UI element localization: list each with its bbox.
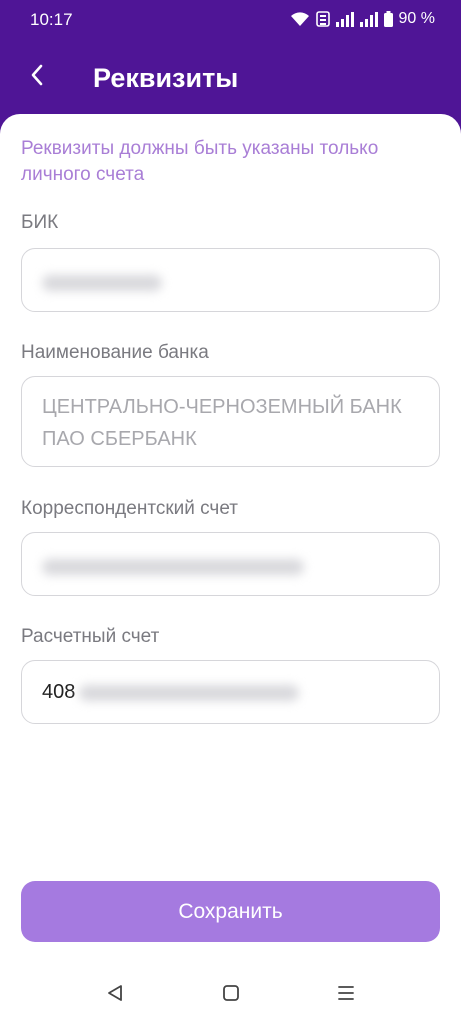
status-time: 10:17 [30, 10, 73, 29]
bank-name-label: Наименование банка [21, 342, 209, 363]
signal-2-icon [359, 11, 378, 27]
nav-back-button[interactable] [100, 980, 130, 1010]
battery-percent: 90 % [398, 10, 435, 27]
nav-menu-button[interactable] [331, 980, 361, 1010]
wifi-icon [290, 11, 310, 27]
form-sheet: Реквизиты должны быть указаны только лич… [0, 114, 461, 1024]
corr-account-field[interactable] [21, 532, 440, 596]
page-title: Реквизиты [93, 63, 239, 93]
status-bar: 10:17 90 % [0, 0, 461, 40]
settlement-account-prefix: 408 [42, 681, 76, 703]
system-nav-bar [0, 960, 461, 1024]
corr-account-label: Корреспондентский счет [21, 498, 238, 519]
bik-label: БИК [21, 212, 59, 233]
bik-field[interactable] [21, 248, 440, 312]
corr-account-value [42, 555, 304, 578]
bank-name-value: ЦЕНТРАЛЬНО-ЧЕРНОЗЕМНЫЙ БАНК ПАО СБЕРБАНК [42, 396, 402, 450]
settlement-account-value: 408 [42, 681, 300, 704]
save-button[interactable]: Сохранить [21, 881, 440, 942]
signal-1-icon [335, 11, 354, 27]
volte-icon [315, 11, 330, 27]
square-home-icon [222, 984, 240, 1007]
bank-name-field[interactable]: ЦЕНТРАЛЬНО-ЧЕРНОЗЕМНЫЙ БАНК ПАО СБЕРБАНК [21, 376, 440, 467]
settlement-account-label: Расчетный счет [21, 626, 160, 647]
back-button[interactable] [20, 60, 54, 94]
chevron-left-icon [30, 64, 44, 91]
status-icons: 90 % [290, 10, 435, 28]
bik-value-redacted [42, 274, 162, 291]
corr-account-value-redacted [42, 558, 304, 575]
settlement-account-field[interactable]: 408 [21, 660, 440, 724]
triangle-back-icon [106, 984, 124, 1007]
battery-icon [383, 11, 393, 27]
notice-text: Реквизиты должны быть указаны только лич… [21, 138, 379, 185]
bik-value [42, 271, 162, 294]
settlement-account-redacted [79, 684, 300, 701]
menu-icon [337, 984, 355, 1007]
nav-home-button[interactable] [216, 980, 246, 1010]
app-bar: Реквизиты [0, 40, 461, 116]
